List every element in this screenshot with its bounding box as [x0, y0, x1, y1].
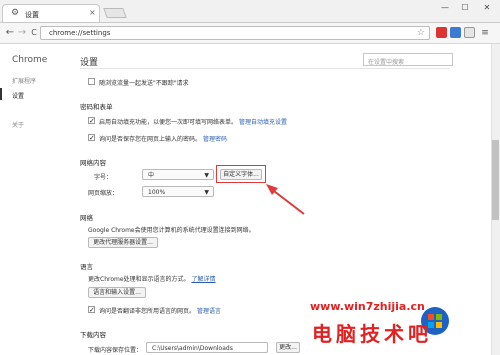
save-passwords-text: 询问是否保存您在网页上输入的密码。 [99, 136, 202, 143]
minimize-button[interactable]: — [436, 2, 454, 14]
tab-settings[interactable]: ⚙ 设置 × [2, 4, 100, 22]
change-proxy-button[interactable]: 更改代理服务器设置... [88, 237, 158, 248]
bookmark-star-icon[interactable]: ☆ [417, 28, 425, 38]
sidebar-selection-indicator [0, 88, 2, 100]
tab-title: 设置 [25, 11, 39, 19]
search-placeholder: 在设置中搜索 [368, 59, 405, 66]
learn-more-link[interactable]: 了解详情 [191, 276, 215, 283]
reload-button[interactable]: C [28, 27, 40, 39]
section-heading-network: 网络 [80, 214, 93, 222]
scrollbar-thumb[interactable] [492, 140, 499, 220]
page-title: 设置 [80, 58, 99, 68]
extension-icon[interactable] [464, 27, 475, 38]
settings-search-input[interactable]: 在设置中搜索 [363, 53, 453, 66]
dnt-label: 随浏览流量一起发送"不跟踪"请求 [99, 80, 189, 87]
autofill-text: 启用自动填充功能，以便您一次即可填写网络表单。 [99, 119, 238, 126]
font-size-label: 字号： [94, 174, 113, 181]
new-tab-button[interactable] [103, 8, 127, 18]
divider [80, 68, 450, 69]
translate-checkbox[interactable]: ✓ [88, 306, 95, 314]
chevron-down-icon: ▼ [204, 172, 209, 179]
address-url: chrome://settings [49, 29, 111, 37]
translate-label: 询问是否翻译非您所用语言的网页。 管理语言 [99, 306, 221, 315]
window-close-button[interactable]: ✕ [478, 2, 496, 14]
save-passwords-label: 询问是否保存您在网页上输入的密码。 管理密码 [99, 134, 227, 143]
chevron-down-icon: ▼ [204, 189, 209, 196]
highlight-box [216, 165, 266, 183]
sidebar-brand: Chrome [12, 55, 48, 65]
network-description: Google Chrome会使用您计算机的系统代理设置连接到网络。 [88, 227, 255, 234]
back-button[interactable]: ← [4, 27, 16, 39]
save-passwords-checkbox[interactable]: ✓ [88, 134, 95, 142]
extension-icon[interactable] [450, 27, 461, 38]
manage-passwords-link[interactable]: 管理密码 [203, 136, 227, 143]
autofill-settings-link[interactable]: 管理自动填充设置 [239, 119, 287, 126]
translate-text: 询问是否翻译非您所用语言的网页。 [99, 308, 196, 315]
download-location-label: 下载内容保存位置： [88, 347, 143, 354]
forward-button[interactable]: → [16, 27, 28, 39]
sidebar-item-about[interactable]: 关于 [12, 120, 24, 129]
dnt-checkbox[interactable] [88, 78, 95, 85]
tab-close-icon[interactable]: × [89, 9, 96, 17]
extension-icon[interactable] [436, 27, 447, 38]
font-size-select[interactable]: 中 ▼ [142, 169, 214, 180]
sidebar-item-extensions[interactable]: 扩展程序 [12, 76, 36, 85]
page-zoom-select[interactable]: 100% ▼ [142, 186, 214, 197]
autofill-label: 启用自动填充功能，以便您一次即可填写网络表单。 管理自动填充设置 [99, 117, 287, 126]
page-zoom-label: 网页缩放： [88, 190, 119, 197]
maximize-button[interactable]: ☐ [456, 2, 474, 14]
section-heading-passwords: 密码和表单 [80, 103, 113, 111]
download-location-field[interactable]: C:\Users\admin\Downloads [146, 342, 268, 353]
gear-icon: ⚙ [11, 8, 20, 18]
languages-description-text: 更改Chrome处理和显示语言的方式。 [88, 276, 190, 283]
sidebar-item-settings[interactable]: 设置 [12, 91, 24, 100]
page-zoom-value: 100% [148, 189, 166, 196]
section-heading-languages: 语言 [80, 263, 93, 271]
change-download-location-button[interactable]: 更改... [276, 342, 300, 353]
download-location-value: C:\Users\admin\Downloads [152, 345, 233, 352]
address-bar[interactable]: chrome://settings ☆ [40, 26, 430, 40]
watermark-text: 电脑技术吧 [312, 322, 432, 346]
annotation-arrow-icon [266, 184, 305, 215]
languages-description: 更改Chrome处理和显示语言的方式。 了解详情 [88, 274, 215, 283]
manage-languages-link[interactable]: 管理语言 [197, 308, 221, 315]
menu-icon[interactable]: ≡ [479, 27, 491, 39]
section-heading-downloads: 下载内容 [80, 331, 106, 339]
language-input-settings-button[interactable]: 语言和输入设置... [88, 287, 146, 298]
watermark-url: www.win7zhijia.cn [310, 300, 425, 313]
autofill-checkbox[interactable]: ✓ [88, 117, 95, 125]
section-heading-web-content: 网络内容 [80, 159, 106, 167]
font-size-value: 中 [148, 172, 155, 179]
